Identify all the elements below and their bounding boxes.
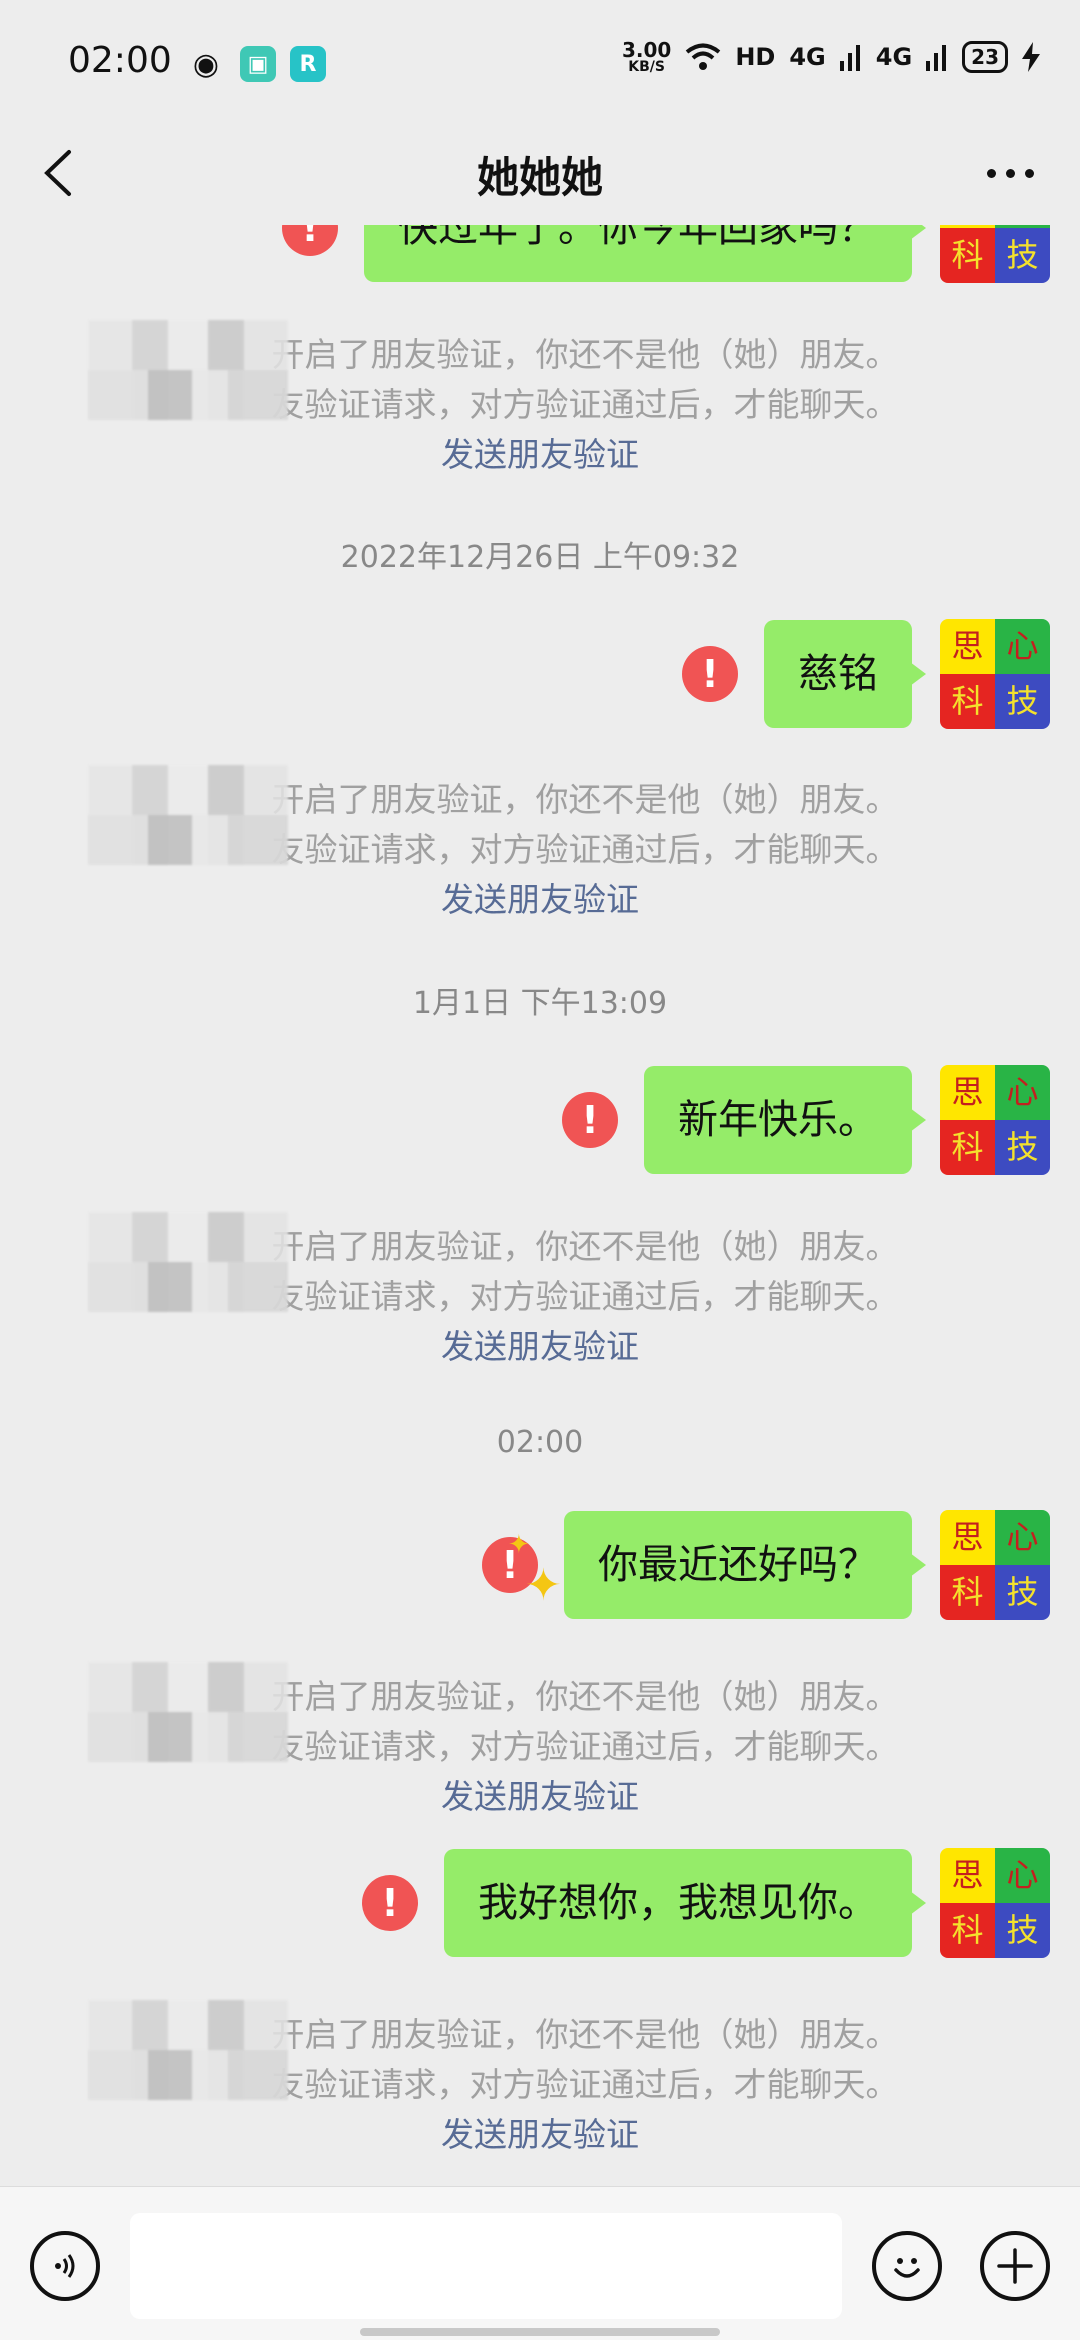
voice-icon xyxy=(55,2254,75,2278)
emoji-button[interactable] xyxy=(872,2231,942,2301)
app-icon-teal: ▣ xyxy=(240,46,276,82)
avatar-char: 科 xyxy=(940,1565,995,1620)
message-row: ! 你最近还好吗？ 思 心 科 技 xyxy=(482,1510,1050,1620)
battery-level: 23 xyxy=(962,41,1008,73)
send-failed-icon[interactable]: ! xyxy=(362,1875,418,1931)
send-verification-link[interactable]: 发送朋友验证 xyxy=(0,1322,1080,1372)
emoji-icon xyxy=(894,2258,920,2278)
more-dot xyxy=(986,168,996,178)
avatar-char: 科 xyxy=(940,1120,995,1175)
status-right: 3.00 KB/S HD 4G 4G 23 xyxy=(622,40,1040,74)
message-bubble[interactable]: 新年快乐。 xyxy=(644,1066,926,1174)
plus-icon xyxy=(997,2248,1033,2284)
sparkle-icon: ✦ xyxy=(525,1560,562,1611)
timestamp: 02:00 xyxy=(496,1425,584,1460)
chat-area[interactable]: ! 快过年了。你今年回家吗？ 思 心 科 技 开启了朋友验证，你还不是他（她）朋… xyxy=(0,225,1080,2185)
home-indicator[interactable] xyxy=(360,2328,720,2336)
send-verification-link[interactable]: 发送朋友验证 xyxy=(0,2110,1080,2160)
net-speed-value: 3.00 xyxy=(621,38,672,62)
avatar-char: 心 xyxy=(995,1510,1050,1565)
message-row: ! 慈铭 思 心 科 技 xyxy=(682,619,1050,729)
more-button[interactable] xyxy=(970,138,1050,208)
message-row: ! 我好想你，我想见你。 思 心 科 技 xyxy=(362,1848,1050,1958)
redacted-name xyxy=(88,765,288,865)
signal-4g-1: 4G xyxy=(789,43,826,71)
status-time: 02:00 xyxy=(68,40,172,81)
avatar-char: 心 xyxy=(995,619,1050,674)
send-verification-link[interactable]: 发送朋友验证 xyxy=(0,1772,1080,1822)
avatar[interactable]: 思 心 科 技 xyxy=(940,1510,1050,1620)
message-row: ! 快过年了。你今年回家吗？ 思 心 科 技 xyxy=(282,225,1050,283)
avatar[interactable]: 思 心 科 技 xyxy=(940,1848,1050,1958)
avatar-char: 思 xyxy=(940,1510,995,1565)
timestamp: 1月1日 下午13:09 xyxy=(412,986,668,1021)
voice-button[interactable] xyxy=(30,2231,100,2301)
more-dot xyxy=(1024,168,1034,178)
send-verification-link[interactable]: 发送朋友验证 xyxy=(0,430,1080,480)
charging-icon xyxy=(1022,42,1040,72)
avatar[interactable]: 思 心 科 技 xyxy=(940,1065,1050,1175)
avatar[interactable]: 思 心 科 技 xyxy=(940,225,1050,283)
avatar-char: 科 xyxy=(940,1903,995,1958)
avatar-char: 心 xyxy=(995,1848,1050,1903)
message-row: ! 新年快乐。 思 心 科 技 xyxy=(562,1065,1050,1175)
chat-header: 她她她 xyxy=(0,120,1080,225)
signal-4g-2: 4G xyxy=(875,43,913,71)
redacted-name xyxy=(88,1662,288,1762)
message-input[interactable] xyxy=(130,2213,842,2319)
avatar-char: 技 xyxy=(995,228,1050,283)
avatar-char: 心 xyxy=(995,1065,1050,1120)
redacted-name xyxy=(88,320,288,420)
message-bubble[interactable]: 快过年了。你今年回家吗？ xyxy=(364,225,926,282)
avatar[interactable]: 思 心 科 技 xyxy=(940,619,1050,729)
avatar-char: 思 xyxy=(940,1848,995,1903)
net-speed-unit: KB/S xyxy=(628,59,665,75)
hd-label: HD xyxy=(735,43,776,71)
send-failed-icon[interactable]: ! xyxy=(282,225,338,256)
send-failed-icon[interactable]: ! xyxy=(682,646,738,702)
send-verification-link[interactable]: 发送朋友验证 xyxy=(0,875,1080,925)
wifi-icon xyxy=(686,43,721,70)
avatar-char: 技 xyxy=(995,674,1050,729)
avatar-char: 技 xyxy=(995,1120,1050,1175)
avatar-char: 技 xyxy=(995,1903,1050,1958)
message-bubble[interactable]: 我好想你，我想见你。 xyxy=(444,1849,926,1957)
notification-icons: ◉ ▣ R xyxy=(186,46,326,82)
redacted-name xyxy=(88,1212,288,1312)
signal-bars-icon-2 xyxy=(926,45,947,71)
chat-title: 她她她 xyxy=(476,153,603,202)
avatar-char: 技 xyxy=(995,1565,1050,1620)
plus-button[interactable] xyxy=(980,2231,1050,2301)
sparkle-icon: ✦ xyxy=(508,1530,530,1560)
send-failed-icon[interactable]: ! xyxy=(562,1092,618,1148)
message-bubble[interactable]: 你最近还好吗？ xyxy=(564,1511,926,1619)
net-speed: 3.00 KB/S xyxy=(622,40,671,74)
timestamp: 2022年12月26日 上午09:32 xyxy=(340,540,740,575)
avatar-char: 科 xyxy=(940,674,995,729)
signal-bars-icon xyxy=(839,45,860,71)
redacted-name xyxy=(88,2000,288,2100)
avatar-char: 科 xyxy=(940,228,995,283)
wechat-icon: ◉ xyxy=(192,46,220,82)
status-bar: 02:00 ◉ ▣ R 3.00 KB/S HD 4G 4G 23 xyxy=(0,0,1080,130)
input-bar xyxy=(0,2186,1080,2340)
message-bubble[interactable]: 慈铭 xyxy=(764,620,926,728)
more-dot xyxy=(1005,168,1015,178)
avatar-char: 思 xyxy=(940,1065,995,1120)
app-icon-cyan: R xyxy=(290,46,326,82)
avatar-char: 思 xyxy=(940,619,995,674)
